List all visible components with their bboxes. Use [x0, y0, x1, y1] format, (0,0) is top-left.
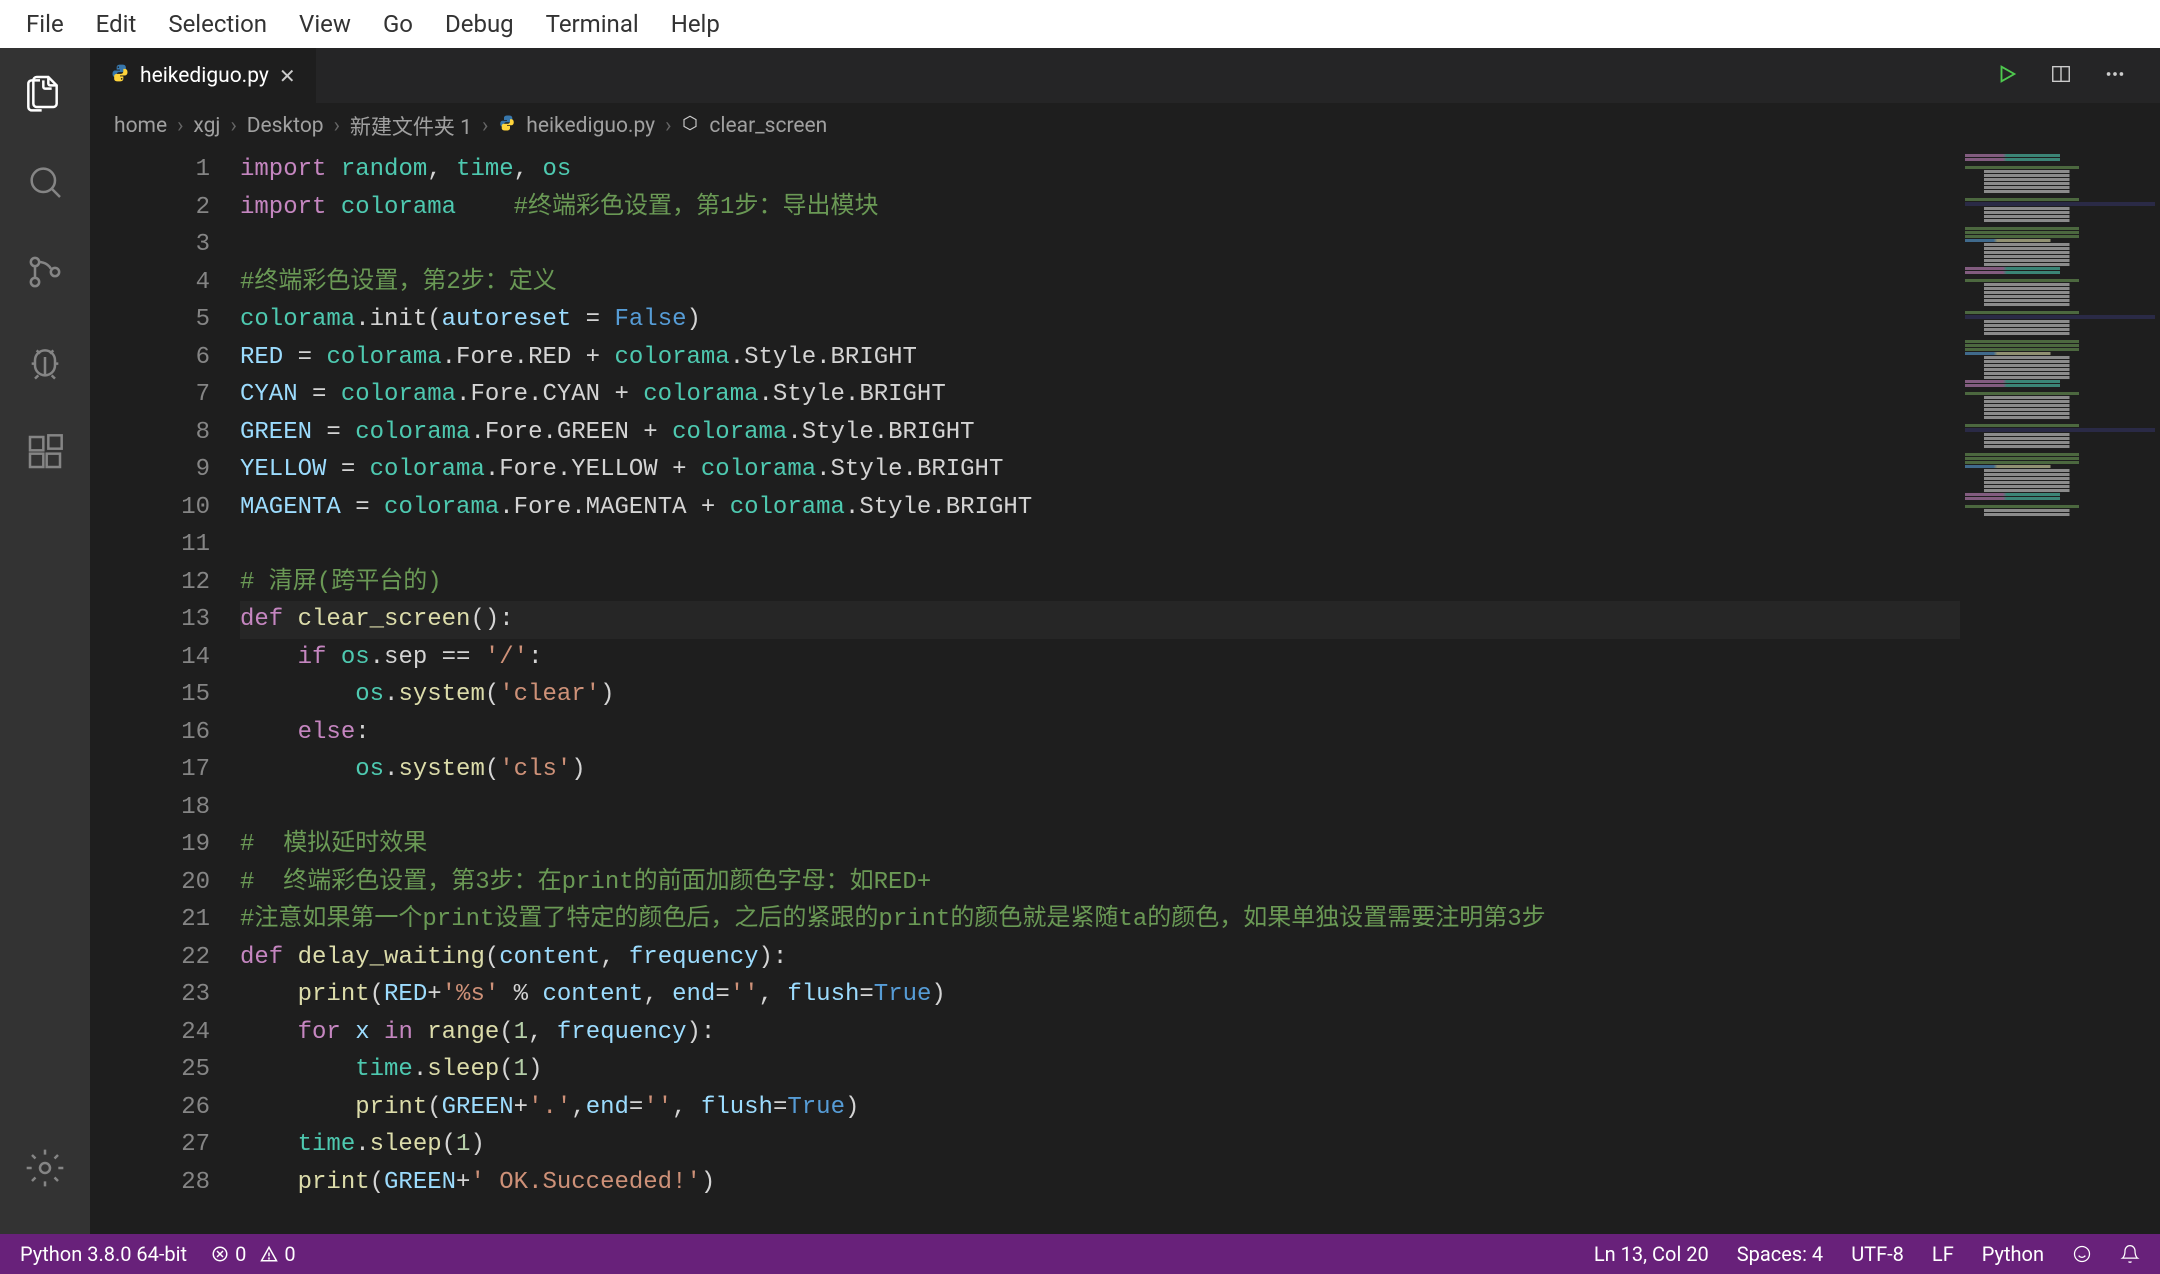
menu-selection[interactable]: Selection	[152, 8, 283, 40]
chevron-right-icon: ›	[665, 114, 671, 138]
status-encoding[interactable]: UTF-8	[1851, 1242, 1904, 1266]
menu-file[interactable]: File	[10, 8, 80, 40]
menu-edit[interactable]: Edit	[80, 8, 153, 40]
menubar: FileEditSelectionViewGoDebugTerminalHelp	[0, 0, 2160, 48]
settings-icon[interactable]	[21, 1144, 69, 1192]
menu-terminal[interactable]: Terminal	[530, 8, 655, 40]
tab-heikediguo[interactable]: heikediguo.py ✕	[90, 48, 316, 103]
activity-bar	[0, 48, 90, 1234]
status-bar: Python 3.8.0 64-bit 0 0 Ln 13, Col 20 Sp…	[0, 1234, 2160, 1274]
extensions-icon[interactable]	[21, 428, 69, 476]
breadcrumb-folder[interactable]: 新建文件夹 1	[350, 111, 472, 141]
debug-icon[interactable]	[21, 338, 69, 386]
code-editor[interactable]: import random, time, osimport colorama #…	[240, 149, 2160, 1234]
status-eol[interactable]: LF	[1932, 1242, 1954, 1266]
breadcrumb-symbol[interactable]: clear_screen	[709, 114, 827, 138]
source-control-icon[interactable]	[21, 248, 69, 296]
menu-debug[interactable]: Debug	[429, 8, 530, 40]
status-spaces[interactable]: Spaces: 4	[1737, 1242, 1823, 1266]
split-editor-icon[interactable]	[2050, 63, 2076, 89]
breadcrumb: home › xgj › Desktop › 新建文件夹 1 › heikediguo.py › c…	[90, 103, 2160, 149]
menu-help[interactable]: Help	[655, 8, 736, 40]
python-file-icon	[498, 114, 516, 138]
explorer-icon[interactable]	[21, 68, 69, 116]
tab-filename: heikediguo.py	[140, 64, 269, 88]
menu-view[interactable]: View	[283, 8, 367, 40]
breadcrumb-file[interactable]: heikediguo.py	[526, 114, 655, 138]
status-interpreter[interactable]: Python 3.8.0 64-bit	[20, 1242, 187, 1266]
chevron-right-icon: ›	[334, 114, 340, 138]
minimap[interactable]	[1960, 149, 2160, 1234]
close-icon[interactable]: ✕	[279, 64, 296, 88]
menu-go[interactable]: Go	[367, 8, 429, 40]
search-icon[interactable]	[21, 158, 69, 206]
run-icon[interactable]	[1996, 63, 2022, 89]
status-feedback-icon[interactable]	[2072, 1244, 2092, 1264]
status-language[interactable]: Python	[1982, 1242, 2044, 1266]
breadcrumb-folder[interactable]: Desktop	[247, 114, 324, 138]
chevron-right-icon: ›	[482, 114, 488, 138]
symbol-method-icon	[681, 114, 699, 138]
status-problems[interactable]: 0 0	[211, 1242, 296, 1266]
python-file-icon	[110, 63, 130, 88]
status-cursor[interactable]: Ln 13, Col 20	[1594, 1242, 1709, 1266]
status-bell-icon[interactable]	[2120, 1244, 2140, 1264]
breadcrumb-folder[interactable]: home	[114, 114, 167, 138]
line-gutter: 1234567891011121314151617181920212223242…	[90, 149, 240, 1234]
chevron-right-icon: ›	[177, 114, 183, 138]
chevron-right-icon: ›	[230, 114, 236, 138]
breadcrumb-folder[interactable]: xgj	[193, 114, 220, 138]
more-icon[interactable]	[2104, 63, 2130, 89]
tabs-bar: heikediguo.py ✕	[90, 48, 2160, 103]
